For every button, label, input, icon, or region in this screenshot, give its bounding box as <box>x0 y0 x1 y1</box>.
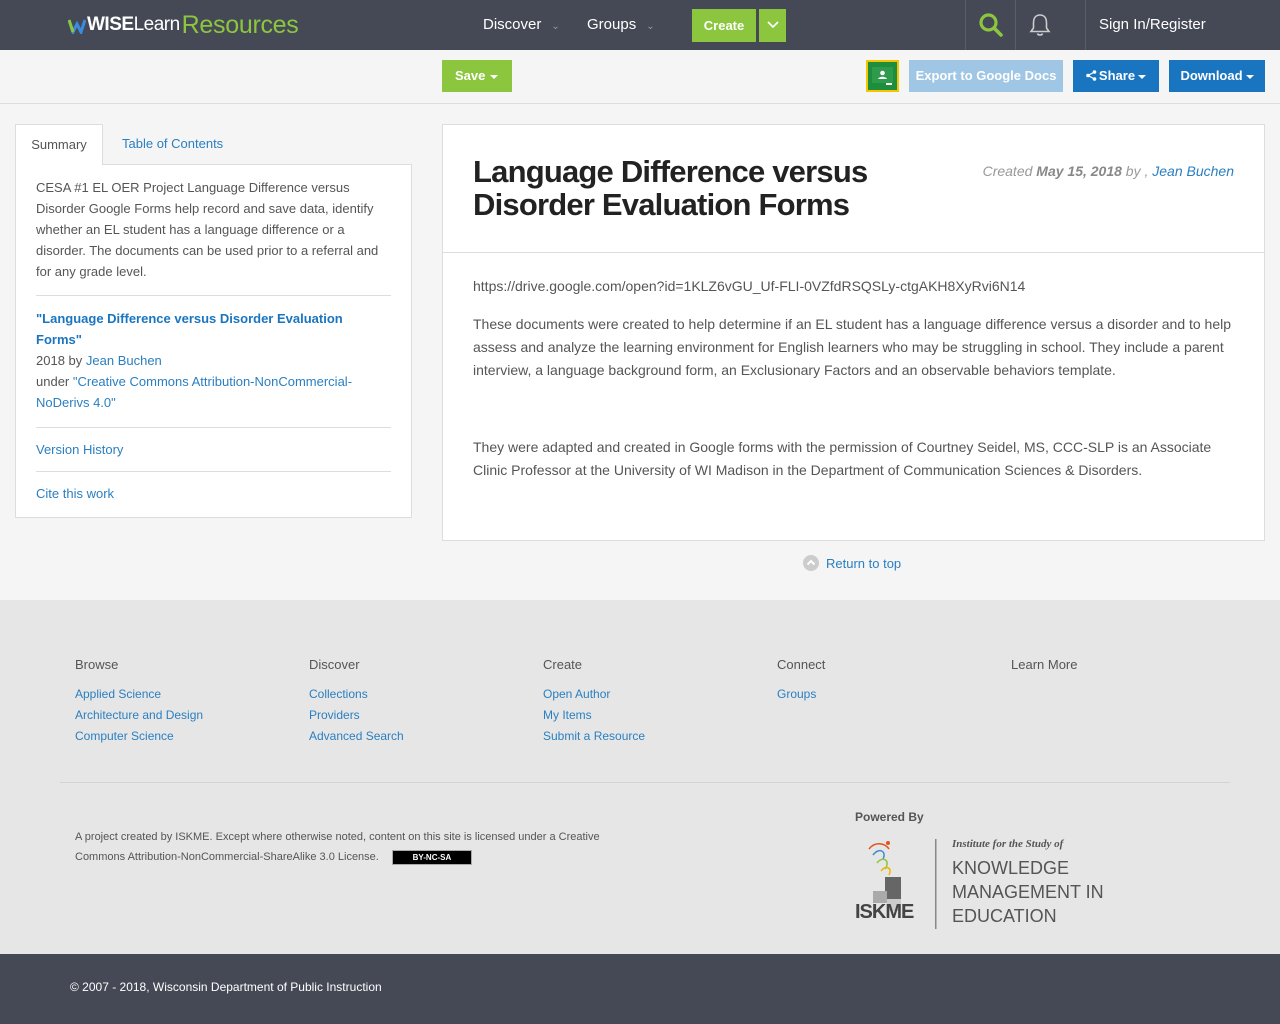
footer-link[interactable]: Providers <box>309 705 404 726</box>
nav-discover[interactable]: Discover ⌄ <box>483 0 560 50</box>
share-label: Share <box>1098 68 1136 83</box>
nav-discover-label: Discover <box>483 16 542 33</box>
nav-divider <box>1085 0 1086 50</box>
author-link[interactable]: Jean Buchen <box>1152 163 1234 179</box>
create-dropdown-button[interactable] <box>759 9 786 42</box>
google-classroom-icon[interactable] <box>866 60 899 92</box>
footer-link[interactable]: Submit a Resource <box>543 726 645 747</box>
attribution-block: "Language Difference versus Disorder Eva… <box>36 296 391 428</box>
save-button[interactable]: Save <box>442 60 512 92</box>
resource-card: Language Difference versus Disorder Eval… <box>442 124 1265 541</box>
attribution-title-link[interactable]: "Language Difference versus Disorder Eva… <box>36 311 343 347</box>
cc-license-badge[interactable]: BY-NC-SA <box>391 849 472 865</box>
footer-col-browse: Browse Applied Science Architecture and … <box>75 657 203 747</box>
footer-link[interactable]: Computer Science <box>75 726 203 747</box>
download-label: Download <box>1180 68 1243 83</box>
cite-this-work-link[interactable]: Cite this work <box>36 472 391 515</box>
footer-col-discover: Discover Collections Providers Advanced … <box>309 657 404 747</box>
iskme-logo[interactable]: ISKME Institute for the Study of KNOWLED… <box>855 837 1105 931</box>
arrow-up-circle-icon <box>803 555 819 571</box>
summary-panel: CESA #1 EL OER Project Language Differen… <box>15 164 412 518</box>
footer-heading: Create <box>543 657 583 672</box>
search-icon[interactable] <box>978 12 1004 38</box>
return-to-top-label: Return to top <box>826 555 902 571</box>
resource-url: https://drive.google.com/open?id=1KLZ6vG… <box>473 278 1026 294</box>
resource-meta: Created May 15, 2018 by , Jean Buchen <box>983 163 1234 179</box>
footer-col-connect: Connect Groups <box>777 657 825 705</box>
footer-link[interactable]: Groups <box>777 684 825 705</box>
footer-heading: Discover <box>309 657 360 672</box>
save-label: Save <box>455 68 486 83</box>
chevron-down-icon: ⌄ <box>646 21 655 32</box>
iskme-line: MANAGEMENT IN <box>952 882 1104 902</box>
by-label: by , <box>1125 163 1149 179</box>
footer-heading: Browse <box>75 657 119 672</box>
iskme-tagline: Institute for the Study of <box>952 838 1064 850</box>
caret-down-icon <box>1245 74 1254 79</box>
logo-text-wise: WISE <box>87 14 134 35</box>
created-label: Created <box>982 163 1033 179</box>
logo-mark-icon <box>68 19 86 34</box>
bell-icon[interactable] <box>1029 12 1051 38</box>
tab-table-of-contents[interactable]: Table of Contents <box>122 124 223 165</box>
footer-col-learn-more: Learn More <box>1011 657 1077 684</box>
tab-summary[interactable]: Summary <box>15 124 103 165</box>
top-navbar: WISE Learn Resources Discover ⌄ Groups ⌄ C… <box>0 0 1280 50</box>
chevron-down-icon: ⌄ <box>551 21 560 32</box>
chevron-down-icon <box>766 21 779 29</box>
resource-toolbar: Save Export to Google Docs Share Downloa… <box>0 50 1280 104</box>
attribution-under: under <box>36 374 70 389</box>
resource-paragraph: They were adapted and created in Google … <box>473 439 1212 478</box>
classroom-icon <box>872 67 893 85</box>
logo-text-resources: Resources <box>181 10 299 39</box>
sidebar-tabs: Summary Table of Contents <box>15 124 412 165</box>
export-to-google-docs-button[interactable]: Export to Google Docs <box>909 60 1063 92</box>
footer-link[interactable]: Open Author <box>543 684 645 705</box>
footer-col-create: Create Open Author My Items Submit a Res… <box>543 657 645 747</box>
iskme-wordmark: ISKME <box>855 901 914 923</box>
footer-link[interactable]: Advanced Search <box>309 726 404 747</box>
iskme-line: EDUCATION <box>952 906 1057 926</box>
footer-divider <box>60 782 1230 783</box>
summary-text: CESA #1 EL OER Project Language Differen… <box>36 177 391 296</box>
logo-text-learn: Learn <box>133 14 181 35</box>
nav-groups[interactable]: Groups ⌄ <box>587 0 655 50</box>
nav-groups-label: Groups <box>587 16 637 33</box>
sign-in-register-link[interactable]: Sign In/Register <box>1099 0 1206 50</box>
caret-down-icon <box>490 74 499 79</box>
version-history-link[interactable]: Version History <box>36 428 391 472</box>
license-text: A project created by ISKME. Except where… <box>75 831 600 863</box>
footer-heading[interactable]: Learn More <box>1011 657 1077 672</box>
site-footer: Browse Applied Science Architecture and … <box>0 600 1280 954</box>
resource-paragraph: These documents were created to help det… <box>473 316 1232 378</box>
share-button[interactable]: Share <box>1073 60 1159 92</box>
site-logo[interactable]: WISE Learn Resources <box>68 10 299 40</box>
return-to-top-link[interactable]: Return to top <box>803 555 901 571</box>
nav-divider <box>1015 0 1016 50</box>
resource-header: Language Difference versus Disorder Eval… <box>443 125 1264 253</box>
iskme-line: KNOWLEDGE <box>952 858 1070 878</box>
attribution-author-link[interactable]: Jean Buchen <box>86 353 162 368</box>
license-notice: A project created by ISKME. Except where… <box>75 827 615 867</box>
copyright-text: © 2007 - 2018, Wisconsin Department of P… <box>70 980 382 994</box>
footer-link[interactable]: Collections <box>309 684 404 705</box>
resource-body: https://drive.google.com/open?id=1KLZ6vG… <box>443 253 1264 482</box>
download-button[interactable]: Download <box>1169 60 1265 92</box>
caret-down-icon <box>1138 74 1147 79</box>
footer-link[interactable]: Architecture and Design <box>75 705 203 726</box>
powered-by-label: Powered By <box>855 810 924 824</box>
attribution-license-link[interactable]: "Creative Commons Attribution-NonCommerc… <box>36 374 352 410</box>
attribution-year-by: 2018 by <box>36 353 83 368</box>
footer-link[interactable]: Applied Science <box>75 684 203 705</box>
bottom-bar: © 2007 - 2018, Wisconsin Department of P… <box>0 954 1280 1024</box>
footer-link[interactable]: My Items <box>543 705 645 726</box>
share-icon <box>1086 70 1097 81</box>
nav-divider <box>965 0 966 50</box>
page-title: Language Difference versus Disorder Eval… <box>473 154 868 222</box>
created-date: May 15, 2018 <box>1036 163 1122 179</box>
create-button[interactable]: Create <box>692 9 756 42</box>
footer-heading: Connect <box>777 657 826 672</box>
